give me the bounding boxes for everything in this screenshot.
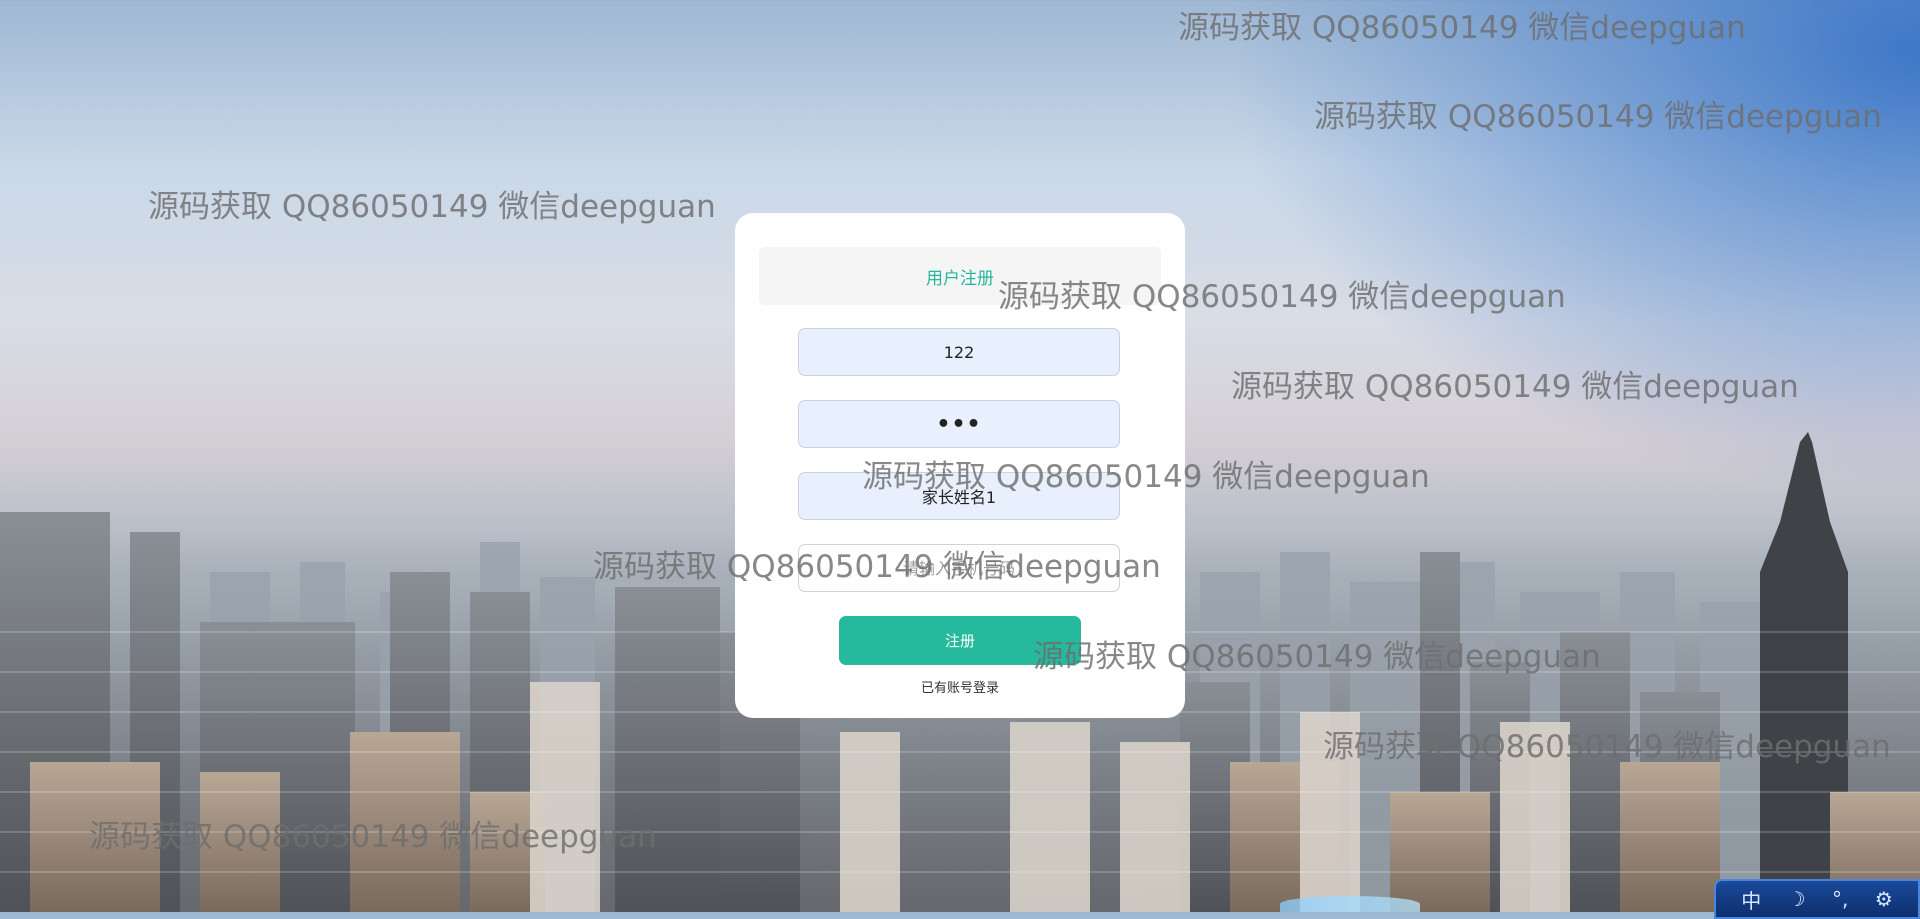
watermark-text: 源码获取 QQ86050149 微信deepguan bbox=[998, 279, 1566, 315]
username-input[interactable] bbox=[798, 328, 1120, 376]
watermark-text: 源码获取 QQ86050149 微信deepguan bbox=[148, 189, 716, 225]
gear-icon[interactable]: ⚙ bbox=[1875, 887, 1893, 911]
password-input[interactable] bbox=[798, 400, 1120, 448]
watermark-text: 源码获取 QQ86050149 微信deepguan bbox=[1323, 729, 1891, 765]
punctuation-icon[interactable]: °, bbox=[1832, 887, 1848, 911]
watermark-text: 源码获取 QQ86050149 微信deepguan bbox=[89, 819, 657, 855]
background-sky bbox=[1220, 0, 1920, 500]
decorative-glow bbox=[1280, 896, 1420, 912]
watermark-text: 源码获取 QQ86050149 微信deepguan bbox=[1314, 99, 1882, 135]
watermark-text: 源码获取 QQ86050149 微信deepguan bbox=[1033, 639, 1601, 675]
login-link[interactable]: 已有账号登录 bbox=[735, 677, 1185, 696]
ime-language-toggle[interactable]: 中 bbox=[1741, 885, 1761, 914]
watermark-text: 源码获取 QQ86050149 微信deepguan bbox=[593, 549, 1161, 585]
watermark-text: 源码获取 QQ86050149 微信deepguan bbox=[862, 459, 1430, 495]
watermark-text: 源码获取 QQ86050149 微信deepguan bbox=[1231, 369, 1799, 405]
watermark-text: 源码获取 QQ86050149 微信deepguan bbox=[1178, 10, 1746, 46]
ime-toolbar[interactable]: 中 ☽ °, ⚙ bbox=[1714, 879, 1920, 919]
moon-icon[interactable]: ☽ bbox=[1788, 887, 1806, 911]
